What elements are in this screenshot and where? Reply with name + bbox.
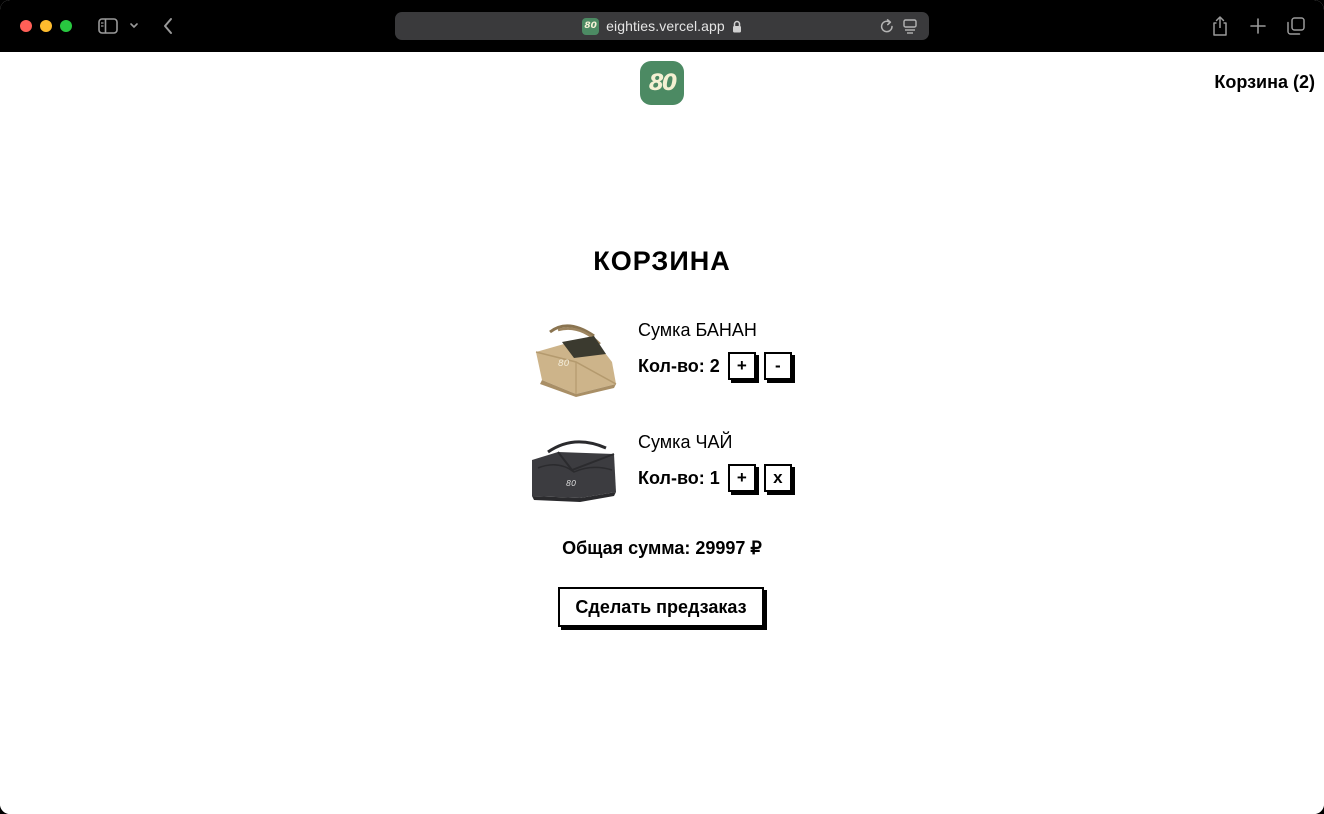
quantity-label: Кол-во: 1 bbox=[638, 468, 720, 489]
back-icon[interactable] bbox=[158, 14, 178, 38]
cart-link[interactable]: Корзина (2) bbox=[1214, 72, 1315, 93]
product-image-banan-bag: 80 bbox=[528, 318, 620, 398]
url-text[interactable]: eighties.vercel.app bbox=[606, 18, 725, 34]
svg-text:80: 80 bbox=[566, 479, 576, 488]
quantity-value: 2 bbox=[709, 355, 720, 376]
address-bar[interactable]: 80 eighties.vercel.app bbox=[395, 12, 929, 40]
lock-icon bbox=[732, 20, 742, 33]
reader-icon[interactable] bbox=[902, 17, 918, 40]
browser-window: 80 eighties.vercel.app 80 Корзина (2) КО… bbox=[0, 0, 1324, 814]
page-title: КОРЗИНА bbox=[593, 246, 731, 276]
increase-quantity-button[interactable]: + bbox=[727, 352, 756, 380]
chevron-down-icon[interactable] bbox=[126, 14, 142, 38]
svg-text:80: 80 bbox=[558, 359, 570, 369]
quantity-label-text: Кол-во: bbox=[638, 355, 705, 376]
site-logo[interactable]: 80 bbox=[640, 61, 684, 105]
sidebar-icon[interactable] bbox=[96, 14, 120, 38]
cart-item: 80 Сумка ЧАЙ Кол-во: 1 + x bbox=[528, 430, 828, 510]
tabs-icon[interactable] bbox=[1284, 14, 1308, 38]
quantity-label-text: Кол-во: bbox=[638, 467, 705, 488]
plus-icon[interactable] bbox=[1246, 14, 1270, 38]
decrease-quantity-button[interactable]: - bbox=[763, 352, 792, 380]
quantity-row: Кол-во: 1 + x bbox=[638, 464, 792, 492]
order-total: Общая сумма: 29997 ₽ bbox=[562, 538, 762, 558]
browser-toolbar: 80 eighties.vercel.app bbox=[0, 0, 1324, 52]
site-favicon-icon: 80 bbox=[582, 17, 600, 35]
product-image-chai-bag: 80 bbox=[528, 430, 620, 510]
reload-icon[interactable] bbox=[879, 17, 895, 40]
item-name: Сумка БАНАН bbox=[638, 320, 757, 340]
fullscreen-window-button[interactable] bbox=[60, 20, 72, 32]
preorder-button[interactable]: Сделать предзаказ bbox=[558, 587, 764, 627]
remove-item-button[interactable]: x bbox=[763, 464, 792, 492]
minimize-window-button[interactable] bbox=[40, 20, 52, 32]
close-window-button[interactable] bbox=[20, 20, 32, 32]
quantity-row: Кол-во: 2 + - bbox=[638, 352, 792, 380]
cart-item: 80 Сумка БАНАН Кол-во: 2 + - bbox=[528, 318, 828, 398]
increase-quantity-button[interactable]: + bbox=[727, 464, 756, 492]
page-content: 80 Корзина (2) КОРЗИНА 80 Сумка БАНАН Ко… bbox=[0, 52, 1324, 814]
share-icon[interactable] bbox=[1208, 14, 1232, 38]
item-name: Сумка ЧАЙ bbox=[638, 432, 733, 452]
quantity-value: 1 bbox=[709, 467, 720, 488]
quantity-label: Кол-во: 2 bbox=[638, 356, 720, 377]
